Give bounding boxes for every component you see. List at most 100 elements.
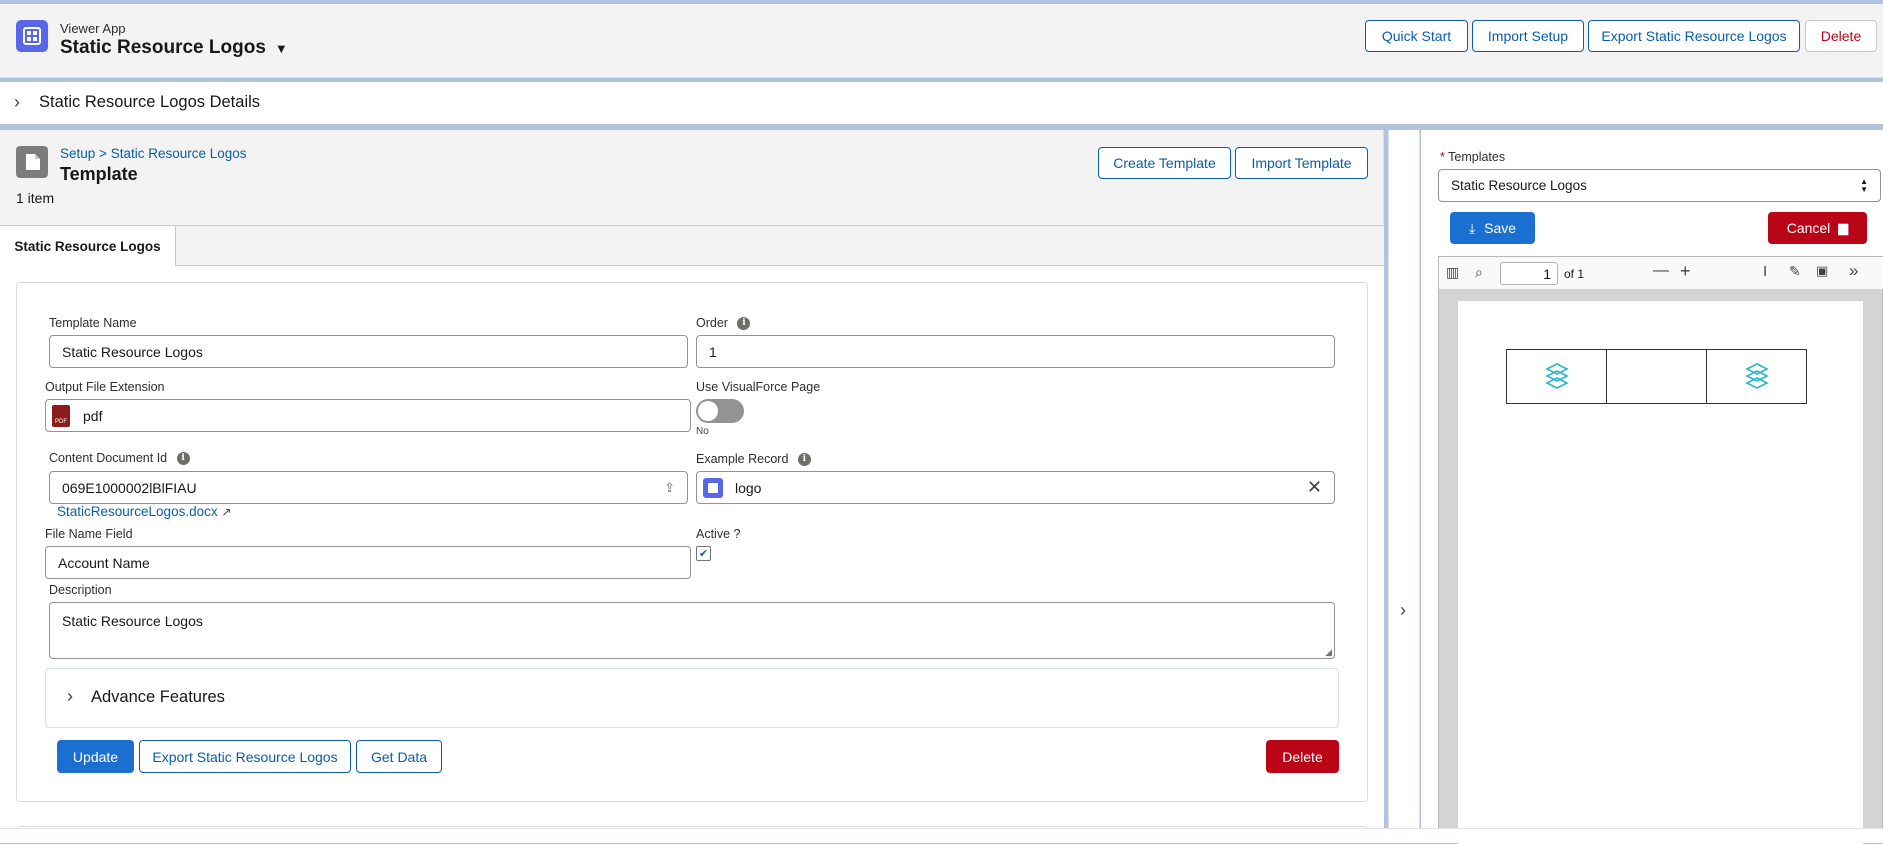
get-data-button[interactable]: Get Data — [356, 740, 442, 773]
import-template-button[interactable]: Import Template — [1235, 147, 1368, 179]
page-title-text: Static Resource Logos — [60, 37, 266, 58]
zoom-in-icon[interactable]: + — [1680, 261, 1691, 282]
order-input[interactable]: 1 — [696, 335, 1335, 368]
page-title[interactable]: Static Resource Logos ▼ — [60, 37, 288, 59]
search-icon[interactable]: ⌕ — [1475, 264, 1483, 281]
form-export-button[interactable]: Export Static Resource Logos — [139, 740, 351, 773]
pdf-page — [1458, 301, 1863, 844]
templates-select-value: Static Resource Logos — [1451, 178, 1587, 193]
download-icon: ⤓ — [1468, 219, 1476, 236]
file-name-field-value: Account Name — [58, 554, 150, 571]
content-doc-label: Content Document Id i — [49, 451, 190, 466]
templates-select[interactable]: Static Resource Logos ▲ ▼ — [1438, 169, 1881, 202]
app-label: Viewer App — [60, 21, 126, 36]
pencil-icon[interactable]: ✎ — [1789, 263, 1801, 280]
advance-features-label: Advance Features — [91, 688, 225, 706]
text-cursor-icon[interactable]: Ι — [1763, 263, 1767, 280]
external-link-icon: ↗ — [221, 505, 232, 519]
file-name-field-label: File Name Field — [45, 527, 133, 541]
order-value: 1 — [709, 343, 717, 360]
active-label: Active ? — [696, 527, 741, 541]
page-number-input[interactable]: 1 — [1500, 262, 1558, 285]
content-doc-link[interactable]: StaticResourceLogos.docx ↗ — [57, 504, 231, 519]
order-label-text: Order — [696, 316, 728, 330]
panel-splitter[interactable]: › — [1388, 130, 1420, 843]
order-label: Order i — [696, 316, 751, 331]
details-section[interactable]: › Static Resource Logos Details — [0, 82, 1883, 124]
info-icon[interactable]: i — [797, 453, 811, 467]
image-icon[interactable]: ▣ — [1816, 263, 1828, 279]
chevron-right-icon[interactable]: › — [14, 92, 20, 113]
sidebar-toggle-icon[interactable]: ▥ — [1446, 264, 1459, 281]
save-label: Save — [1484, 220, 1517, 236]
breadcrumb-current[interactable]: Static Resource Logos — [111, 146, 247, 161]
logo-icon — [1544, 362, 1569, 389]
import-setup-button[interactable]: Import Setup — [1472, 20, 1584, 52]
upload-icon[interactable]: ⇪ — [664, 480, 675, 496]
export-static-resource-logos-button[interactable]: Export Static Resource Logos — [1588, 20, 1800, 52]
toggle-knob — [698, 401, 718, 421]
use-vf-label: Use VisualForce Page — [696, 380, 821, 394]
logo-icon — [1744, 362, 1769, 389]
content-doc-link-text: StaticResourceLogos.docx — [57, 504, 218, 519]
caret-down-icon[interactable]: ▼ — [275, 41, 288, 56]
page-count: of 1 — [1564, 267, 1585, 281]
output-ext-input[interactable]: PDF pdf — [45, 399, 691, 432]
info-icon[interactable]: i — [737, 317, 751, 331]
example-record-input[interactable]: logo ✕ — [696, 471, 1335, 504]
select-arrows-icon: ▲ ▼ — [1860, 176, 1868, 194]
close-icon[interactable]: ✕ — [1307, 477, 1322, 498]
description-label: Description — [49, 583, 112, 597]
record-type-icon — [703, 477, 723, 498]
template-name-label: Template Name — [49, 316, 137, 330]
update-button[interactable]: Update — [57, 740, 134, 773]
create-template-button[interactable]: Create Template — [1098, 147, 1231, 179]
pdf-file-icon: PDF — [52, 404, 70, 427]
pdf-toolbar: ▥ ⌕ 1 of 1 — + Ι ✎ ▣ » — [1439, 257, 1883, 290]
document-icon — [16, 146, 48, 178]
content-doc-value: 069E1000002lBlFIAU — [62, 479, 197, 496]
chevrons-right-icon[interactable]: » — [1849, 261, 1858, 281]
output-ext-value: pdf — [83, 407, 103, 424]
chevron-right-icon[interactable]: › — [67, 686, 73, 707]
info-icon[interactable]: i — [176, 452, 190, 466]
pdf-logo-table — [1506, 349, 1807, 404]
description-textarea[interactable]: Static Resource Logos ◢ — [49, 602, 1335, 659]
templates-label: * Templates — [1440, 150, 1505, 164]
breadcrumb-separator: > — [99, 146, 107, 161]
resize-handle-icon[interactable]: ◢ — [1325, 647, 1332, 658]
required-mark: * — [1440, 150, 1445, 164]
example-record-label: Example Record i — [696, 452, 811, 467]
quick-start-button[interactable]: Quick Start — [1365, 20, 1468, 52]
example-record-label-text: Example Record — [696, 452, 789, 466]
cancel-button[interactable]: Cancel ▆ — [1768, 212, 1867, 244]
use-vf-state: No — [696, 426, 709, 437]
example-record-value: logo — [735, 479, 762, 496]
card-title: Template — [60, 164, 138, 184]
item-count: 1 item — [16, 190, 55, 206]
content-doc-input[interactable]: 069E1000002lBlFIAU ⇪ — [49, 471, 688, 504]
output-ext-label: Output File Extension — [45, 380, 165, 394]
template-name-value: Static Resource Logos — [62, 343, 203, 360]
chevron-right-icon[interactable]: › — [1400, 600, 1406, 621]
tab-static-resource-logos[interactable]: Static Resource Logos — [0, 226, 176, 267]
tab-label: Static Resource Logos — [14, 239, 161, 254]
app-header: Viewer App Static Resource Logos ▼ Quick… — [0, 4, 1883, 78]
template-name-input[interactable]: Static Resource Logos — [49, 335, 688, 368]
zoom-out-icon[interactable]: — — [1653, 262, 1669, 280]
header-delete-button[interactable]: Delete — [1805, 20, 1877, 52]
tab-bar: Static Resource Logos — [0, 225, 1384, 267]
use-vf-toggle[interactable] — [696, 399, 744, 423]
cancel-label: Cancel — [1786, 220, 1831, 236]
active-checkbox[interactable]: ✔ — [696, 546, 711, 561]
advance-features-section[interactable]: › Advance Features — [45, 668, 1339, 728]
file-name-field-input[interactable]: Account Name — [45, 546, 691, 579]
breadcrumb-setup[interactable]: Setup — [60, 146, 95, 161]
right-panel: * Templates Static Resource Logos ▲ ▼ ⤓ S… — [1421, 130, 1883, 844]
pdf-table-cell — [1607, 350, 1707, 403]
save-button[interactable]: ⤓ Save — [1450, 212, 1535, 244]
app-icon — [16, 20, 48, 52]
form-delete-button[interactable]: Delete — [1266, 740, 1339, 773]
template-card: Setup > Static Resource Logos Template 1… — [0, 130, 1384, 843]
templates-label-text: Templates — [1448, 150, 1506, 164]
